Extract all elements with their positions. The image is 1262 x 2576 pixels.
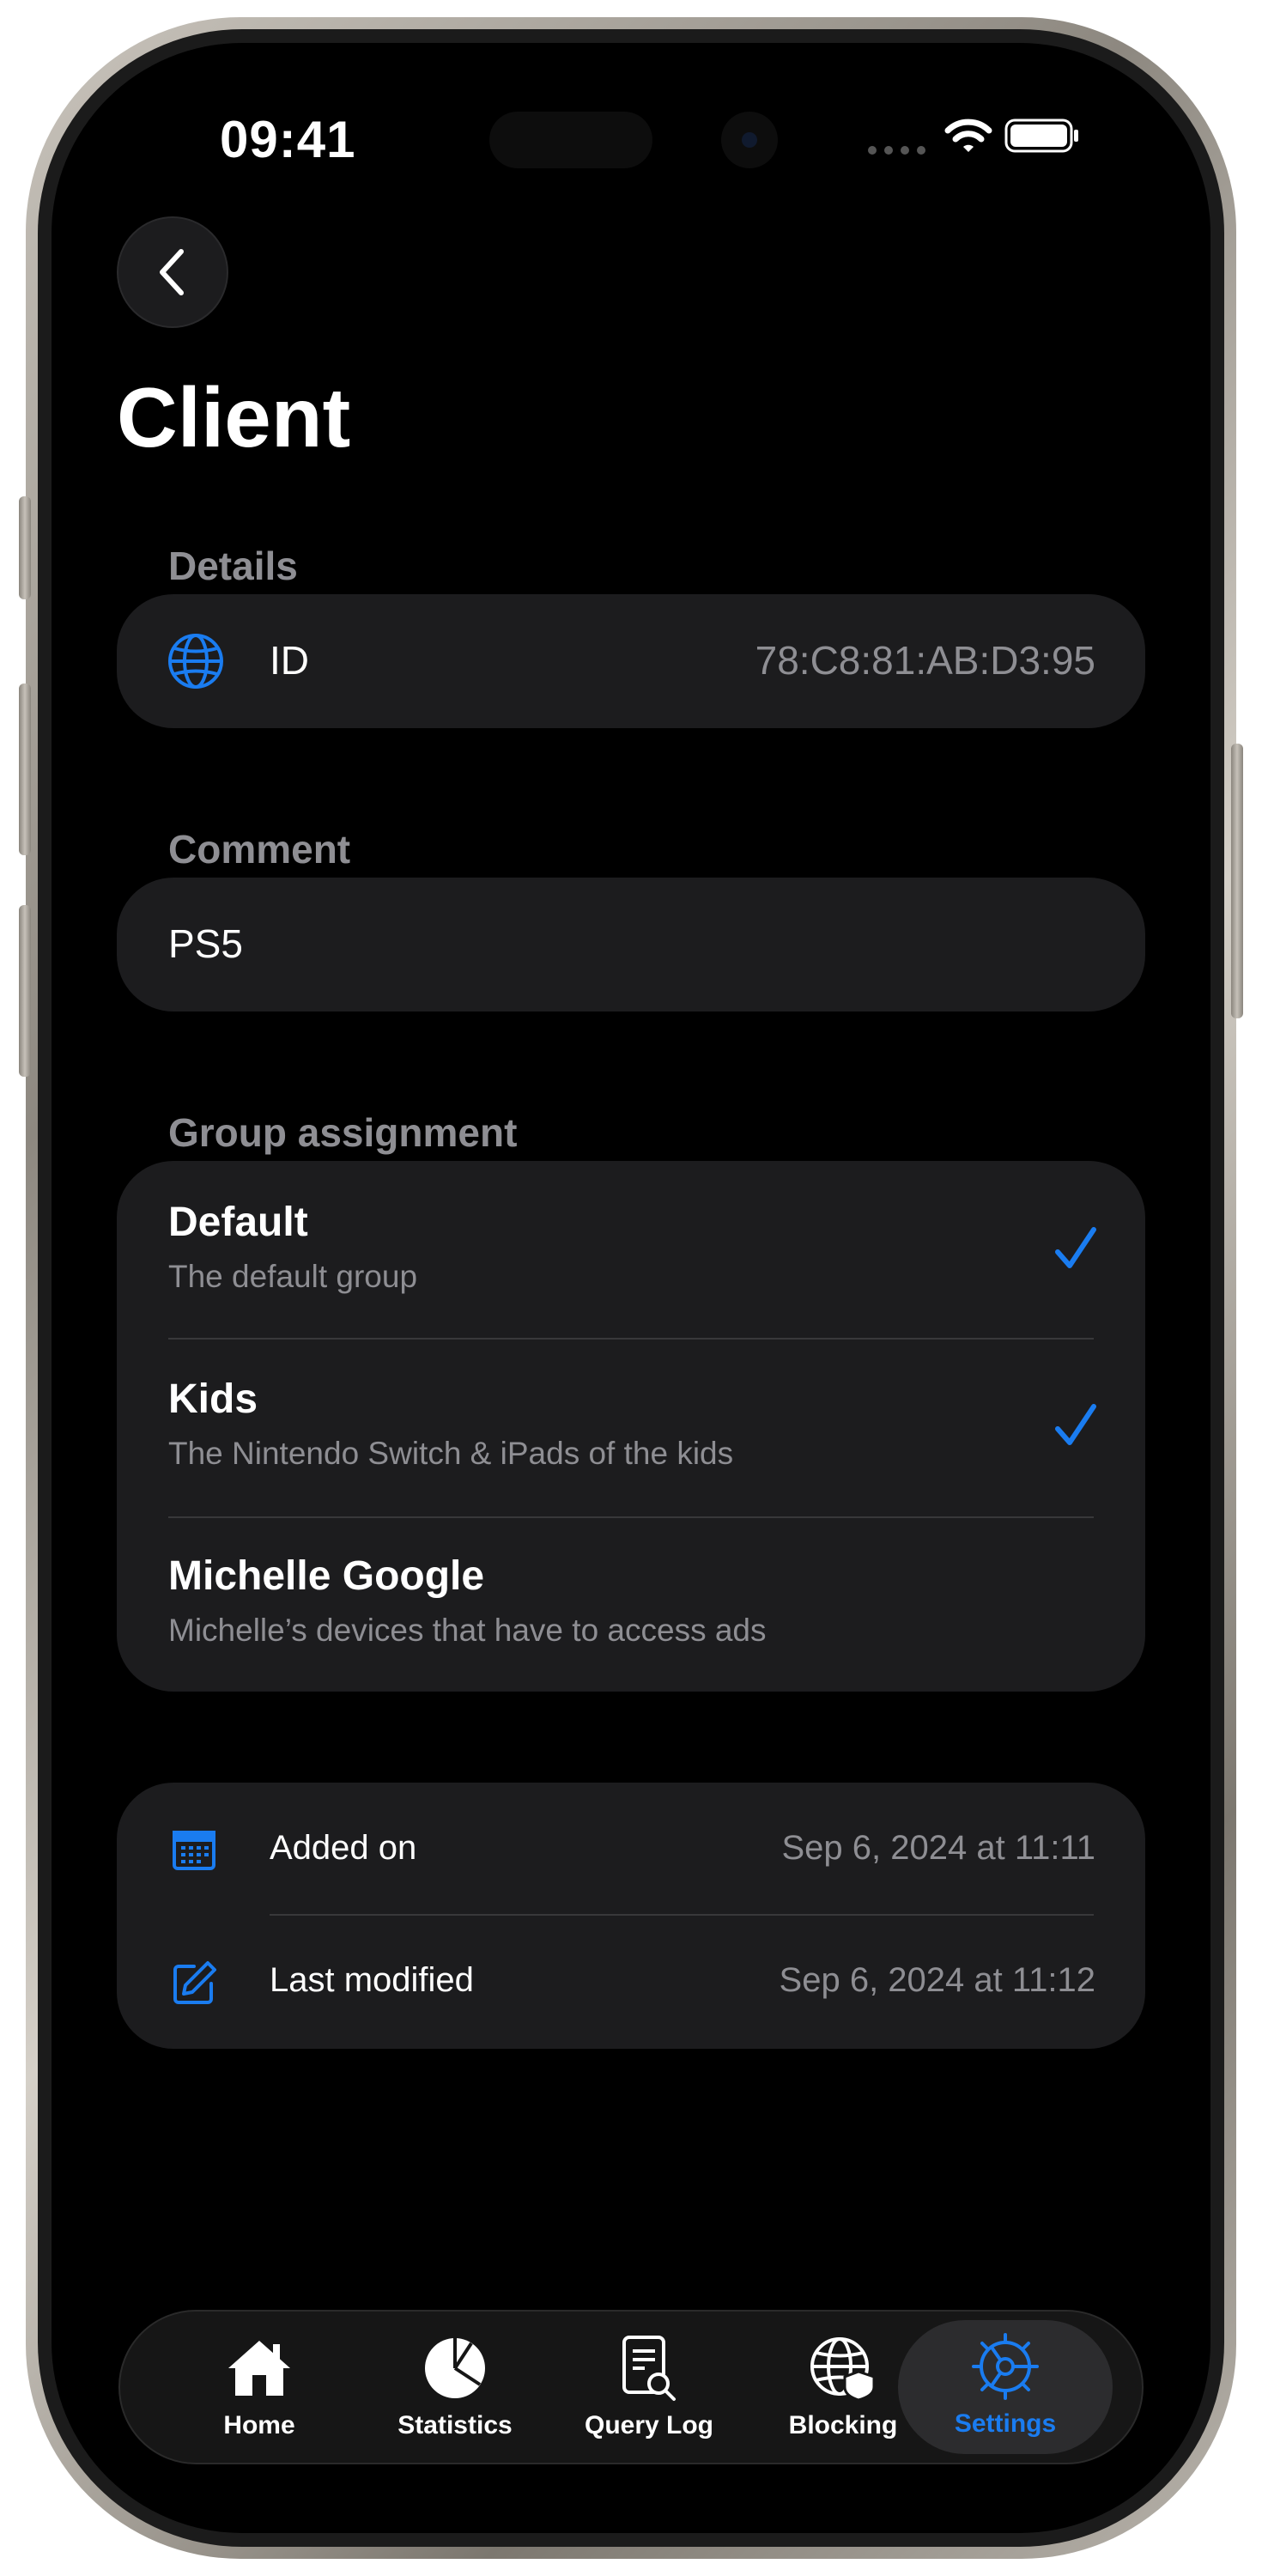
pie-chart-icon — [423, 2334, 487, 2403]
tab-label: Blocking — [788, 2411, 898, 2439]
group-list: Default The default group Kids The Ninte… — [117, 1161, 1145, 1692]
tab-statistics[interactable]: Statistics — [361, 2312, 549, 2463]
comment-field[interactable]: PS5 — [117, 878, 1145, 1012]
action-button — [19, 496, 31, 599]
group-description: Michelle’s devices that have to access a… — [168, 1613, 767, 1648]
comment-section-label: Comment — [168, 827, 351, 872]
camera-icon — [721, 112, 778, 168]
status-time: 09:41 — [220, 111, 356, 168]
comment-value: PS5 — [168, 921, 243, 966]
details-section-label: Details — [168, 544, 298, 588]
calendar-icon — [172, 1829, 216, 1876]
group-name: Michelle Google — [168, 1553, 485, 1599]
added-on-value: Sep 6, 2024 at 11:11 — [781, 1829, 1096, 1867]
group-section-label: Group assignment — [168, 1110, 518, 1155]
group-item-kids[interactable]: Kids The Nintendo Switch & iPads of the … — [117, 1340, 1145, 1516]
tab-label: Statistics — [397, 2411, 513, 2439]
chevron-left-icon — [160, 249, 184, 295]
tab-label: Home — [223, 2411, 295, 2439]
group-description: The default group — [168, 1259, 418, 1294]
battery-icon — [1004, 118, 1082, 157]
cellular-signal-icon — [867, 144, 927, 155]
tab-label: Query Log — [584, 2411, 713, 2439]
tab-settings[interactable]: Settings — [898, 2320, 1113, 2454]
back-button[interactable] — [117, 216, 228, 328]
group-description: The Nintendo Switch & iPads of the kids — [168, 1436, 734, 1471]
group-name: Default — [168, 1200, 308, 1245]
doc-magnifier-icon — [619, 2334, 679, 2403]
tab-bar: Home Statistics Query Log Blocking Setti… — [118, 2310, 1144, 2464]
group-item-michelle-google[interactable]: Michelle Google Michelle’s devices that … — [117, 1518, 1145, 1692]
tab-home[interactable]: Home — [165, 2312, 354, 2463]
details-card: ID 78:C8:81:AB:D3:95 — [117, 594, 1145, 728]
power-button — [1231, 744, 1243, 1018]
globe-icon — [167, 632, 225, 695]
gear-icon — [972, 2332, 1039, 2401]
pencil-square-icon — [172, 1959, 218, 2010]
volume-down-button — [19, 905, 31, 1077]
group-name: Kids — [168, 1376, 258, 1422]
page-title: Client — [117, 370, 351, 465]
metadata-card: Added on Sep 6, 2024 at 11:11 Last modif… — [117, 1783, 1145, 2049]
globe-shield-icon — [809, 2334, 877, 2403]
checkmark-icon — [1055, 1404, 1096, 1445]
id-label: ID — [270, 638, 309, 683]
divider — [270, 1914, 1094, 1916]
screen: 09:41 Client Details ID 78:C8:81:AB:D3:9… — [52, 43, 1210, 2533]
id-value: 78:C8:81:AB:D3:95 — [755, 638, 1095, 683]
volume-up-button — [19, 683, 31, 855]
last-modified-label: Last modified — [270, 1961, 474, 1999]
wifi-icon — [944, 117, 992, 159]
dynamic-island — [489, 112, 652, 168]
added-on-label: Added on — [270, 1829, 417, 1867]
house-icon — [225, 2334, 294, 2403]
group-item-default[interactable]: Default The default group — [117, 1161, 1145, 1338]
tab-label: Settings — [954, 2409, 1057, 2438]
tab-query-log[interactable]: Query Log — [555, 2312, 743, 2463]
last-modified-value: Sep 6, 2024 at 11:12 — [779, 1961, 1095, 1999]
checkmark-icon — [1055, 1227, 1096, 1268]
